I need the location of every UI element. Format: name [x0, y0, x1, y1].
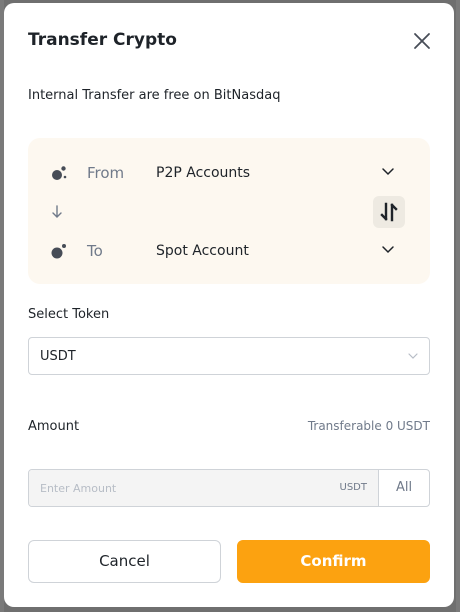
amount-field: USDT All — [28, 469, 430, 507]
to-account-icon — [51, 244, 66, 259]
to-account-value: Spot Account — [156, 243, 249, 259]
transferable-balance: Transferable 0 USDT — [307, 419, 430, 433]
amount-unit: USDT — [339, 482, 367, 493]
from-label: From — [87, 164, 125, 182]
chevron-down-icon — [382, 246, 394, 254]
free-transfer-notice: Internal Transfer are free on BitNasdaq — [28, 88, 281, 103]
amount-input[interactable] — [29, 470, 319, 506]
all-button[interactable]: All — [378, 470, 429, 506]
select-token-label: Select Token — [28, 307, 110, 322]
close-icon — [414, 33, 430, 49]
token-select[interactable]: USDT — [28, 337, 430, 375]
swap-direction-button[interactable] — [373, 196, 405, 228]
selected-token: USDT — [40, 349, 76, 364]
to-account-row[interactable]: To Spot Account — [28, 236, 430, 266]
arrow-down-icon — [52, 205, 62, 218]
transfer-direction-panel: From P2P Accounts To Spot Account — [28, 138, 430, 284]
background-page-right — [456, 0, 460, 612]
amount-input-wrapper: USDT — [29, 470, 378, 506]
confirm-button[interactable]: Confirm — [237, 540, 430, 583]
amount-label: Amount — [28, 419, 80, 434]
swap-icon — [380, 202, 398, 222]
chevron-down-icon — [408, 353, 418, 359]
chevron-down-icon — [382, 168, 394, 176]
from-account-value: P2P Accounts — [156, 165, 251, 181]
transfer-crypto-modal: Transfer Crypto Internal Transfer are fr… — [4, 3, 454, 607]
modal-title: Transfer Crypto — [28, 30, 177, 50]
from-account-row[interactable]: From P2P Accounts — [28, 158, 430, 188]
cancel-button[interactable]: Cancel — [28, 540, 221, 583]
close-button[interactable] — [410, 29, 434, 53]
from-account-icon — [52, 166, 67, 180]
to-label: To — [87, 242, 103, 260]
